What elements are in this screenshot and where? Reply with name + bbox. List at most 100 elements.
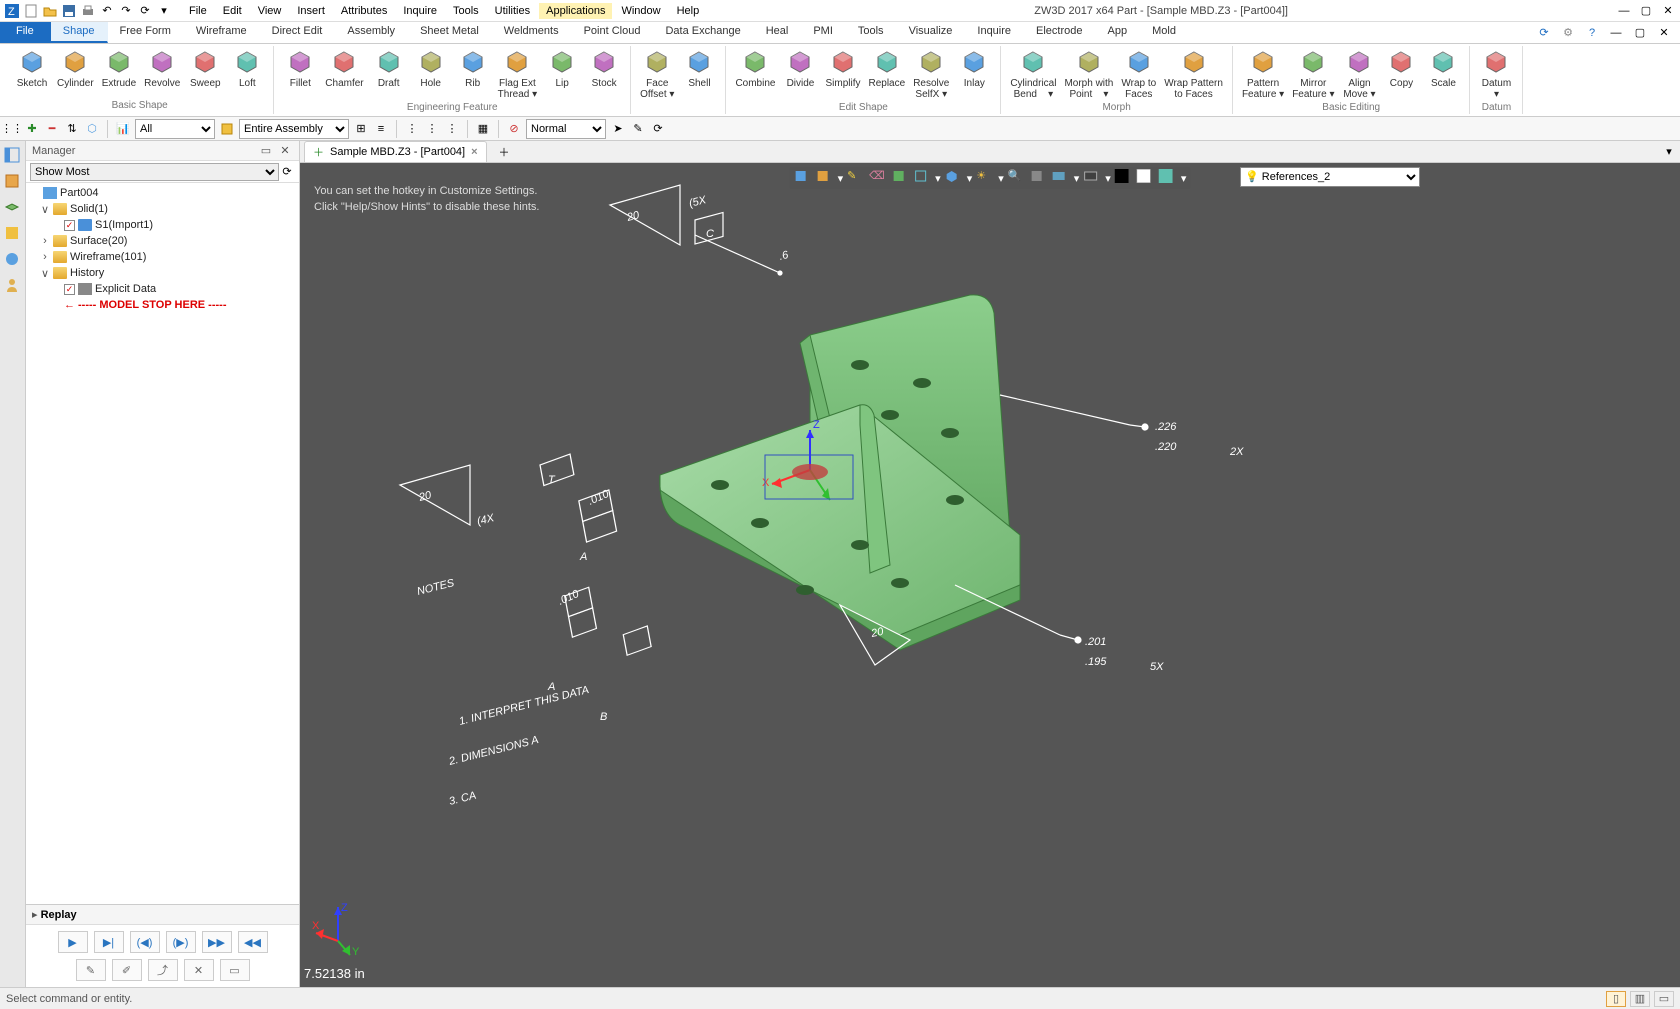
ribbon-btn-cylindrical[interactable]: Cylindrical Bend ▾ (1007, 46, 1059, 102)
dock-assembly-icon[interactable] (2, 171, 22, 191)
settings-icon[interactable]: ⚙ (1560, 25, 1576, 41)
tree-import-check[interactable] (64, 220, 75, 231)
ribbon-tab-tools[interactable]: Tools (846, 22, 897, 43)
close-icon[interactable]: ✕ (1660, 3, 1676, 19)
replay-tool5-button[interactable]: ▭ (220, 959, 250, 981)
new-icon[interactable] (23, 3, 39, 19)
model-canvas[interactable]: Z X (300, 163, 1680, 987)
replay-rewind-button[interactable]: ◀◀ (238, 931, 268, 953)
ribbon-btn-sketch[interactable]: Sketch (12, 46, 52, 100)
cube-yellow-icon[interactable] (219, 121, 235, 137)
replay-step-back-button[interactable]: (◀) (130, 931, 160, 953)
tree-explicit[interactable]: Explicit Data (95, 283, 156, 295)
menu-inquire[interactable]: Inquire (396, 3, 444, 19)
replay-play-button[interactable]: ▶ (58, 931, 88, 953)
ribbon-tab-shape[interactable]: Shape (51, 22, 108, 43)
drag-handle-icon[interactable]: ⋮⋮ (4, 121, 20, 137)
undo-icon[interactable]: ↶ (99, 3, 115, 19)
ribbon-btn-wrap[interactable]: Wrap Pattern to Faces (1161, 46, 1226, 102)
manager-close-icon[interactable]: ✕ (277, 143, 293, 159)
ribbon-btn-simplify[interactable]: Simplify (822, 46, 863, 102)
remove-filter-icon[interactable]: ━ (44, 121, 60, 137)
menu-insert[interactable]: Insert (290, 3, 332, 19)
menu-applications[interactable]: Applications (539, 3, 612, 19)
ribbon-tab-visualize[interactable]: Visualize (897, 22, 966, 43)
ribbon-tab-heal[interactable]: Heal (754, 22, 802, 43)
tree-history[interactable]: History (70, 267, 104, 279)
dock-manager-icon[interactable] (2, 145, 22, 165)
view-triad-icon[interactable]: Z X Y (310, 901, 366, 957)
doc-tabs-menu-icon[interactable]: ▾ (1664, 144, 1680, 160)
dock-pmi-icon[interactable] (2, 249, 22, 269)
menu-help[interactable]: Help (670, 3, 707, 19)
redo-icon[interactable]: ↷ (118, 3, 134, 19)
doc-tab-close-icon[interactable]: × (471, 146, 477, 158)
ribbon-btn-fillet[interactable]: Fillet (280, 46, 320, 102)
manager-pin-icon[interactable]: ▭ (258, 143, 274, 159)
ribbon-btn-shell[interactable]: Shell (679, 46, 719, 102)
list2-icon[interactable]: ⋮ (424, 121, 440, 137)
ribbon-btn-sweep[interactable]: Sweep (185, 46, 225, 100)
status-btn2-icon[interactable]: ▥ (1630, 991, 1650, 1007)
ribbon-btn-inlay[interactable]: Inlay (954, 46, 994, 102)
ribbon-tab-freeform[interactable]: Free Form (108, 22, 184, 43)
ribbon-tab-inquire[interactable]: Inquire (965, 22, 1024, 43)
ribbon-btn-combine[interactable]: Combine (732, 46, 778, 102)
ribbon-tab-pmi[interactable]: PMI (801, 22, 846, 43)
ribbon-btn-extrude[interactable]: Extrude (99, 46, 139, 100)
ribbon-btn-align[interactable]: Align Move ▾ (1339, 46, 1379, 102)
menu-view[interactable]: View (251, 3, 289, 19)
ribbon-tab-wireframe[interactable]: Wireframe (184, 22, 260, 43)
replay-delete-button[interactable]: ✕ (184, 959, 214, 981)
ribbon-btn-resolve[interactable]: Resolve SelfX ▾ (910, 46, 952, 102)
ribbon-min-icon[interactable]: — (1608, 25, 1624, 41)
ribbon-btn-chamfer[interactable]: Chamfer (322, 46, 366, 102)
dock-layers-icon[interactable] (2, 197, 22, 217)
tree-icon[interactable]: ⊞ (353, 121, 369, 137)
doc-tab-new[interactable]: ＋ (491, 142, 518, 162)
manager-refresh-icon[interactable]: ⟳ (279, 164, 295, 180)
ribbon-btn-revolve[interactable]: Revolve (141, 46, 183, 100)
ribbon-tab-assembly[interactable]: Assembly (335, 22, 408, 43)
ribbon-tab-mold[interactable]: Mold (1140, 22, 1189, 43)
maximize-icon[interactable]: ▢ (1638, 3, 1654, 19)
ribbon-btn-scale[interactable]: Scale (1423, 46, 1463, 102)
ribbon-close-icon[interactable]: ✕ (1656, 25, 1672, 41)
align-left-icon[interactable]: ≡ (373, 121, 389, 137)
tree-root[interactable]: Part004 (60, 187, 99, 199)
menu-window[interactable]: Window (614, 3, 667, 19)
menu-attributes[interactable]: Attributes (334, 3, 394, 19)
ribbon-btn-wrap[interactable]: Wrap to Faces (1118, 46, 1159, 102)
open-icon[interactable] (42, 3, 58, 19)
ribbon-tab-electrode[interactable]: Electrode (1024, 22, 1095, 43)
grid-icon[interactable]: ▦ (475, 121, 491, 137)
ribbon-btn-face[interactable]: Face Offset ▾ (637, 46, 677, 102)
doc-tab-plus-left[interactable]: ＋ (313, 144, 324, 160)
replay-step-fwd-button[interactable]: (▶) (166, 931, 196, 953)
dock-user-icon[interactable] (2, 275, 22, 295)
filter-all-select[interactable]: All (135, 119, 215, 139)
tree-wireframe[interactable]: Wireframe(101) (70, 251, 146, 263)
arrow-icon[interactable]: ➤ (610, 121, 626, 137)
ribbon-max-icon[interactable]: ▢ (1632, 25, 1648, 41)
add-filter-icon[interactable]: ✚ (24, 121, 40, 137)
dock-visual-icon[interactable] (2, 223, 22, 243)
ribbon-refresh-icon[interactable]: ⟳ (1536, 25, 1552, 41)
ribbon-btn-draft[interactable]: Draft (369, 46, 409, 102)
assembly-select[interactable]: Entire Assembly (239, 119, 349, 139)
ribbon-btn-replace[interactable]: Replace (865, 46, 908, 102)
ribbon-btn-divide[interactable]: Divide (780, 46, 820, 102)
replay-ff-button[interactable]: ▶▶ (202, 931, 232, 953)
ribbon-btn-datum[interactable]: Datum ▾ (1476, 46, 1516, 102)
ribbon-tab-pointcloud[interactable]: Point Cloud (572, 22, 654, 43)
tree-surface[interactable]: Surface(20) (70, 235, 127, 247)
ribbon-btn-hole[interactable]: Hole (411, 46, 451, 102)
filter-up-icon[interactable]: ⇅ (64, 121, 80, 137)
ribbon-tab-directedit[interactable]: Direct Edit (260, 22, 336, 43)
ribbon-tab-app[interactable]: App (1096, 22, 1141, 43)
print-icon[interactable] (80, 3, 96, 19)
ribbon-btn-copy[interactable]: Copy (1381, 46, 1421, 102)
tree-explicit-check[interactable] (64, 284, 75, 295)
ribbon-btn-loft[interactable]: Loft (227, 46, 267, 100)
save-icon[interactable] (61, 3, 77, 19)
